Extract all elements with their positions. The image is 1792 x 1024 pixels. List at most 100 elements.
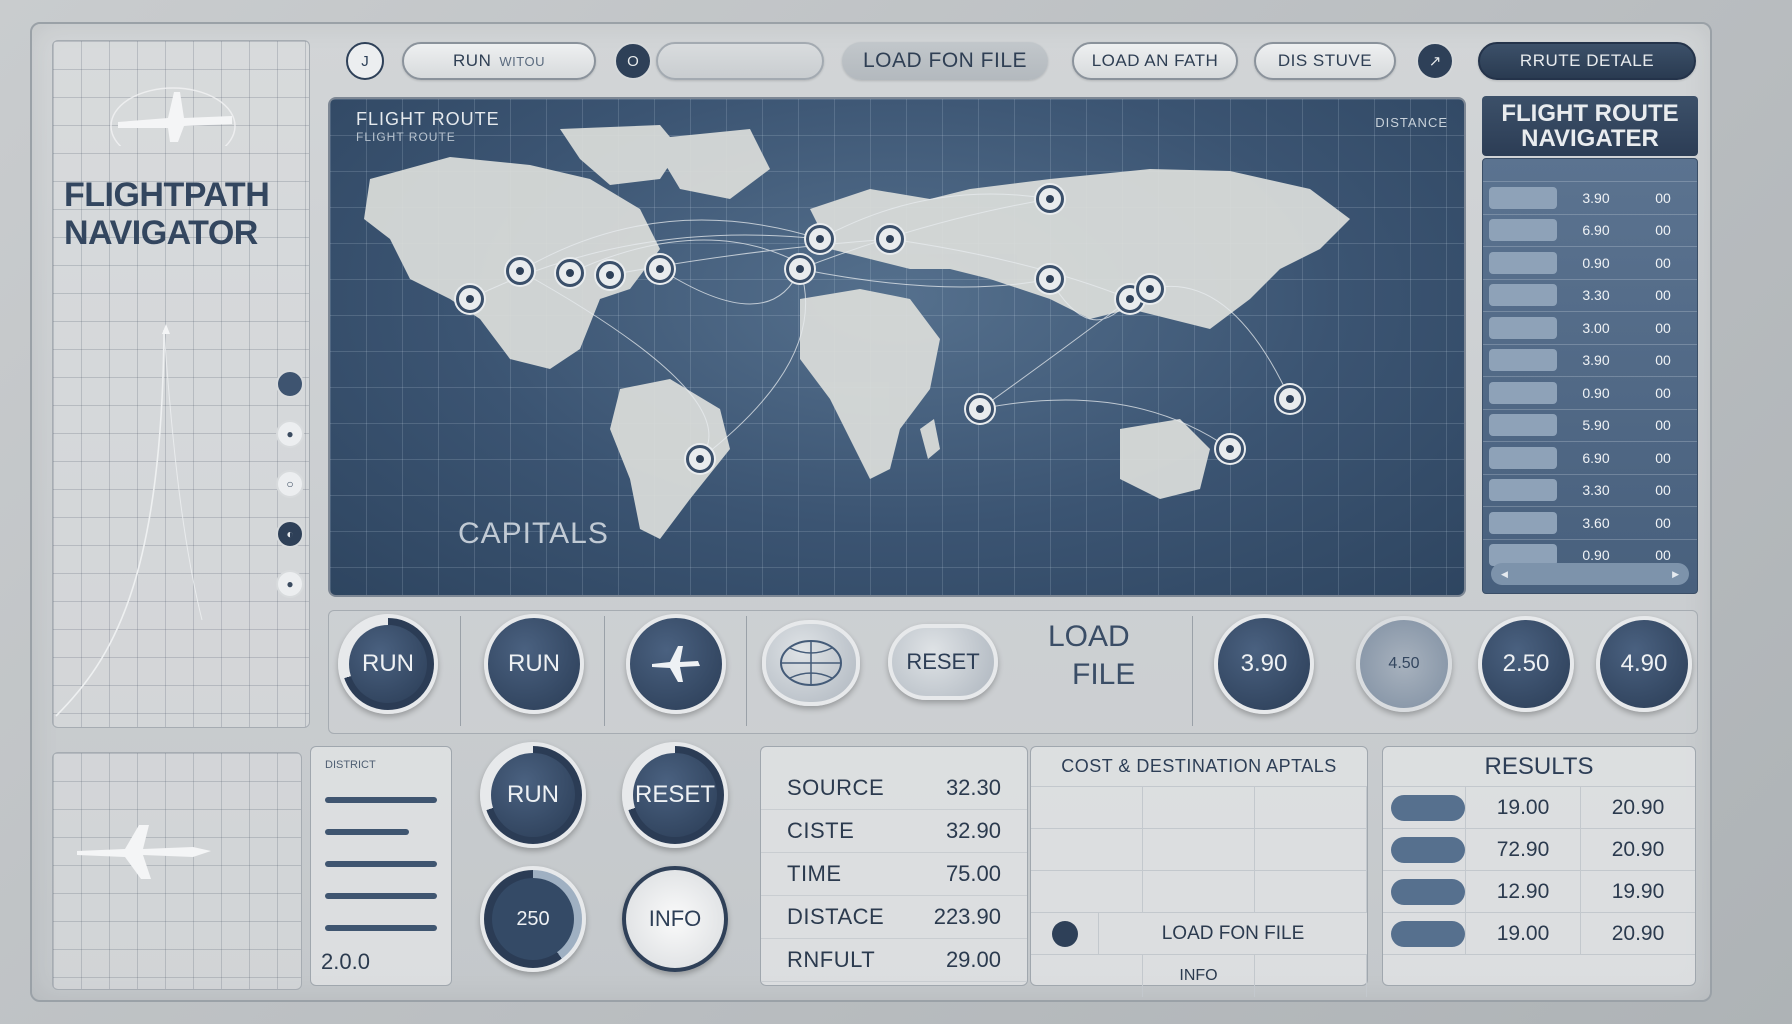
metric-value: 32.30 [945, 775, 1001, 800]
result-value-b: 20.90 [1580, 787, 1695, 828]
airport-pin-icon[interactable] [1276, 385, 1304, 413]
map-capitals-label: CAPITALS [458, 517, 609, 550]
reset-button[interactable]: RESET [888, 624, 998, 700]
route-value: 0.90 [1582, 254, 1610, 271]
result-row: 19.00 20.90 [1383, 787, 1695, 829]
route-row[interactable]: 3.30 00 [1483, 473, 1697, 507]
airport-pin-icon[interactable] [1036, 185, 1064, 213]
results-rows: 19.00 20.90 72.90 20.90 12.90 19.90 19.00 20.90 [1383, 787, 1695, 955]
route-row[interactable]: 3.90 00 [1483, 181, 1697, 214]
route-row[interactable]: 6.90 00 [1483, 213, 1697, 247]
route-row[interactable]: 0.90 00 [1483, 376, 1697, 409]
metric-value: 29.00 [945, 947, 1001, 972]
route-value: 5.90 [1582, 417, 1610, 434]
result-tag[interactable] [1391, 878, 1465, 905]
route-code [1489, 414, 1557, 437]
airport-pin-icon[interactable] [786, 255, 814, 283]
airport-pin-icon[interactable] [556, 259, 584, 287]
route-row[interactable]: 3.90 00 [1483, 343, 1697, 377]
route-value: 3.00 [1582, 319, 1610, 336]
stat-gauge[interactable]: 250 [480, 866, 586, 972]
gauge-1[interactable]: 3.90 [1214, 614, 1314, 714]
globe-badge[interactable] [762, 620, 860, 706]
result-tag[interactable] [1391, 794, 1465, 821]
route-code [1489, 479, 1557, 502]
metric-label: DISTACE [787, 904, 885, 929]
cost-destination-panel: COST & DESTINATION APTALS LOAD FON FILE … [1030, 746, 1368, 997]
distance-button[interactable]: DIS STUVE [1254, 42, 1396, 80]
divider-3 [746, 616, 747, 726]
route-extra: 00 [1655, 254, 1671, 271]
route-row[interactable]: 6.90 00 [1483, 441, 1697, 474]
world-map[interactable]: FLIGHT ROUTE FLIGHT ROUTE DISTANCE CAPIT… [328, 97, 1466, 597]
run-toolbar-button[interactable]: RUN WITOU [402, 42, 596, 80]
route-row[interactable]: 5.90 00 [1483, 408, 1697, 442]
info-button[interactable]: INFO [622, 866, 728, 972]
airport-pin-icon[interactable] [506, 257, 534, 285]
airport-pin-icon[interactable] [686, 445, 714, 473]
route-value: 3.90 [1582, 189, 1610, 206]
route-details-button[interactable]: RRUTE DETALE [1478, 42, 1696, 80]
brand-line-2: NAVIGATOR [64, 214, 258, 252]
divider-1 [460, 616, 461, 726]
result-tag[interactable] [1391, 920, 1465, 947]
airport-pin-icon[interactable] [876, 225, 904, 253]
route-code [1489, 381, 1557, 404]
route-row[interactable]: 0.90 00 [1483, 246, 1697, 279]
result-value-a: 19.00 [1465, 913, 1580, 954]
route-row[interactable]: 3.30 00 [1483, 278, 1697, 312]
metric-row: RNFULT 29.00 [761, 939, 1027, 982]
airport-pin-icon[interactable] [456, 285, 484, 313]
side-dot-2[interactable]: ● [276, 420, 304, 448]
airport-pin-icon[interactable] [1136, 275, 1164, 303]
gauge-3[interactable]: 2.50 [1478, 616, 1574, 712]
route-extra: 00 [1655, 482, 1671, 499]
district-value: 2.0.0 [321, 949, 370, 974]
airport-pin-icon[interactable] [1216, 435, 1244, 463]
route-row[interactable]: 3.00 00 [1483, 311, 1697, 344]
info-circle-icon[interactable]: O [614, 42, 652, 80]
brand-line-1: FLIGHTPATH [64, 176, 270, 214]
side-dot-4[interactable]: ◐ [276, 520, 304, 548]
gauge-2[interactable]: 4.50 [1356, 616, 1452, 712]
airport-pin-icon[interactable] [966, 395, 994, 423]
load-path-button[interactable]: LOAD AN FATH [1072, 42, 1238, 80]
airplane-logo-icon [110, 87, 236, 146]
route-table-scroll[interactable]: ◀ ▶ [1491, 563, 1689, 585]
route-value: 3.30 [1582, 482, 1610, 499]
result-value-a: 19.00 [1465, 787, 1580, 828]
cost-load-row[interactable]: LOAD FON FILE [1031, 913, 1367, 955]
airport-pin-icon[interactable] [1036, 265, 1064, 293]
metric-value: 223.90 [933, 904, 1001, 929]
side-dot-3[interactable]: ○ [276, 470, 304, 498]
metric-row: SOURCE 32.30 [761, 767, 1027, 810]
airplane-button[interactable] [626, 614, 726, 714]
result-row: 19.00 20.90 [1383, 913, 1695, 955]
route-extra: 00 [1655, 189, 1671, 206]
result-value-a: 72.90 [1465, 829, 1580, 870]
cost-row [1031, 787, 1367, 829]
airport-pin-icon[interactable] [596, 261, 624, 289]
route-code [1489, 284, 1557, 307]
side-dot-1[interactable] [276, 370, 304, 398]
route-row[interactable]: 3.60 00 [1483, 506, 1697, 539]
reset-dial-bottom[interactable]: RESET [622, 742, 728, 848]
divider-4 [1192, 616, 1193, 726]
route-extra: 00 [1655, 547, 1671, 564]
result-tag[interactable] [1391, 836, 1465, 863]
run-button[interactable]: RUN [484, 614, 584, 714]
airport-pin-icon[interactable] [646, 255, 674, 283]
load-toggle-icon[interactable] [1051, 920, 1078, 947]
airport-pin-icon[interactable] [806, 225, 834, 253]
toolbar-first-icon[interactable]: J [346, 42, 384, 80]
run-dial-bottom[interactable]: RUN [480, 742, 586, 848]
cost-info-row[interactable]: INFO [1031, 955, 1367, 997]
metric-value: 32.90 [945, 818, 1001, 843]
arrow-icon[interactable]: ↗ [1416, 42, 1454, 80]
load-from-file-button[interactable]: LOAD FON FILE [842, 42, 1048, 80]
load-file-control[interactable]: LOAD FILE [1038, 618, 1198, 694]
gauge-4[interactable]: 4.90 [1596, 616, 1692, 712]
side-dot-5[interactable]: ● [276, 570, 304, 598]
map-distance-label: DISTANCE [1375, 115, 1448, 130]
run-dial-button[interactable]: RUN [338, 614, 438, 714]
